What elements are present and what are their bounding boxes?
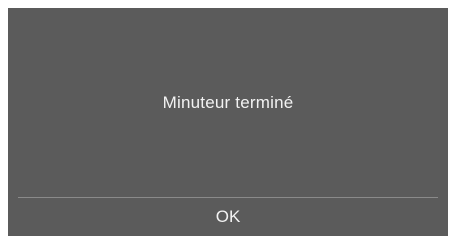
ok-button[interactable]: OK	[8, 198, 448, 236]
timer-finished-dialog: Minuteur terminé OK	[8, 8, 448, 236]
dialog-message: Minuteur terminé	[162, 92, 294, 112]
